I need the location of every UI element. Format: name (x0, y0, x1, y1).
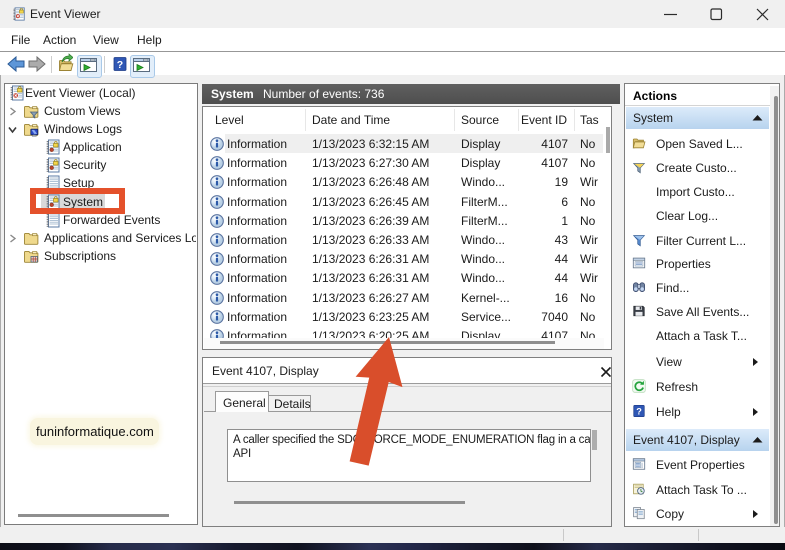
svg-text:?: ? (117, 59, 123, 71)
svg-text:?: ? (636, 407, 642, 417)
